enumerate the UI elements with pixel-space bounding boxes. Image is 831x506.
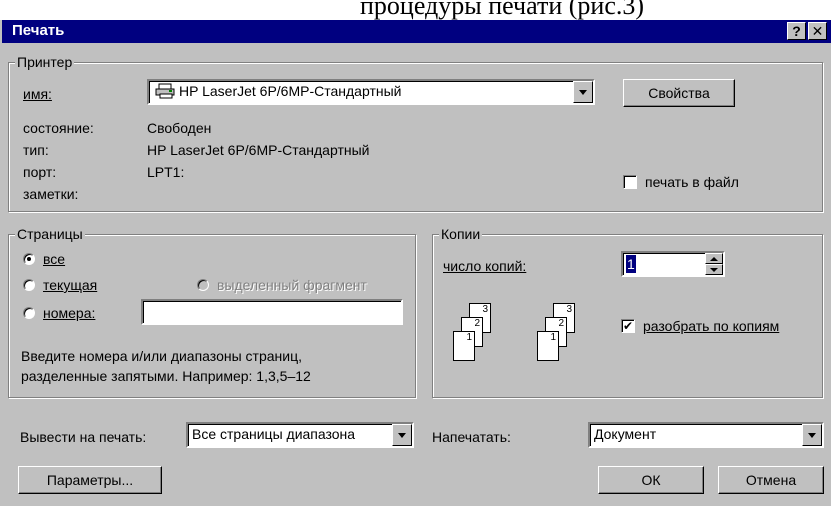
collate-illustration-stack-1: 3 2 1 — [445, 299, 525, 383]
check-icon: ✔ — [622, 319, 634, 333]
printer-name-select[interactable]: HP LaserJet 6P/6MP-Стандартный — [147, 79, 595, 105]
printer-icon — [155, 83, 175, 99]
printer-name-label: имя: — [23, 86, 52, 102]
title-bar[interactable]: Печать ? ✕ — [2, 20, 831, 43]
page-sheet: 1 — [537, 331, 559, 361]
background-caption: процедуры печати (рис.3) — [360, 0, 645, 20]
options-button[interactable]: Параметры... — [18, 466, 162, 494]
chevron-down-icon[interactable] — [573, 81, 593, 103]
status-label: состояние: — [23, 120, 94, 136]
page-numbers-input[interactable] — [141, 299, 403, 325]
background-document-text: процедуры печати (рис.3) — [0, 0, 831, 20]
help-button[interactable]: ? — [787, 22, 806, 40]
pages-group: Страницы все текущая выделенный фрагмент… — [8, 225, 416, 398]
chevron-down-icon[interactable] — [802, 424, 822, 446]
print-what-select[interactable]: Документ — [588, 422, 824, 448]
print-what-label: Напечатать: — [432, 429, 511, 445]
port-label: порт: — [23, 164, 57, 180]
chevron-down-icon[interactable] — [392, 424, 412, 446]
spin-down-icon[interactable] — [705, 264, 723, 275]
close-icon: ✕ — [811, 23, 824, 39]
page-numbers-radio[interactable] — [23, 307, 35, 319]
print-range-value: Все страницы диапазона — [192, 426, 356, 442]
print-what-value: Документ — [594, 426, 657, 442]
print-range-label: Вывести на печать: — [20, 429, 147, 445]
status-value: Свободен — [147, 120, 212, 136]
printer-group-legend: Принтер — [15, 53, 75, 71]
printer-group: Принтер имя: HP LaserJet 6P/6MP-Стандарт… — [8, 53, 823, 212]
close-button[interactable]: ✕ — [808, 22, 827, 40]
spin-up-icon[interactable] — [705, 253, 723, 264]
ok-button[interactable]: ОК — [598, 466, 704, 494]
collate-checkbox[interactable]: ✔ — [621, 319, 635, 333]
selection-label: выделенный фрагмент — [217, 277, 367, 293]
copies-count-input[interactable]: 1 — [621, 251, 725, 277]
pages-group-legend: Страницы — [15, 225, 85, 243]
port-value: LPT1: — [147, 164, 185, 180]
print-range-select[interactable]: Все страницы диапазона — [186, 422, 414, 448]
print-to-file-checkbox[interactable] — [623, 175, 637, 189]
page-numbers-label[interactable]: номера: — [43, 304, 95, 322]
current-page-label[interactable]: текущая — [43, 276, 97, 294]
print-to-file-label[interactable]: печать в файл — [645, 173, 739, 191]
pages-hint-line1: Введите номера и/или диапазоны страниц, — [21, 348, 302, 364]
copies-count-value: 1 — [626, 255, 636, 273]
notes-label: заметки: — [23, 186, 79, 202]
page-sheet: 1 — [453, 331, 475, 361]
copies-group: Копии число копий: 1 3 2 1 3 2 1 ✔ разоб… — [432, 225, 823, 398]
copies-spinner[interactable] — [705, 253, 723, 275]
type-label: тип: — [23, 142, 49, 158]
copies-group-legend: Копии — [439, 225, 483, 243]
print-dialog: Печать ? ✕ Принтер имя: HP LaserJet 6P/6… — [0, 20, 831, 506]
printer-name-value: HP LaserJet 6P/6MP-Стандартный — [179, 83, 402, 99]
selection-radio[interactable] — [197, 279, 209, 291]
all-pages-radio[interactable] — [23, 253, 35, 265]
all-pages-label[interactable]: все — [43, 250, 65, 268]
collate-label[interactable]: разобрать по копиям — [643, 317, 779, 335]
current-page-radio[interactable] — [23, 279, 35, 291]
help-icon: ? — [792, 23, 801, 39]
properties-button[interactable]: Свойства — [623, 79, 735, 107]
type-value: HP LaserJet 6P/6MP-Стандартный — [147, 142, 370, 158]
pages-hint-line2: разделенные запятыми. Например: 1,3,5–12 — [21, 368, 311, 384]
window-title: Печать — [12, 22, 65, 39]
copies-count-label: число копий: — [443, 258, 527, 274]
cancel-button[interactable]: Отмена — [718, 466, 824, 494]
collate-illustration-stack-2: 3 2 1 — [529, 299, 609, 383]
